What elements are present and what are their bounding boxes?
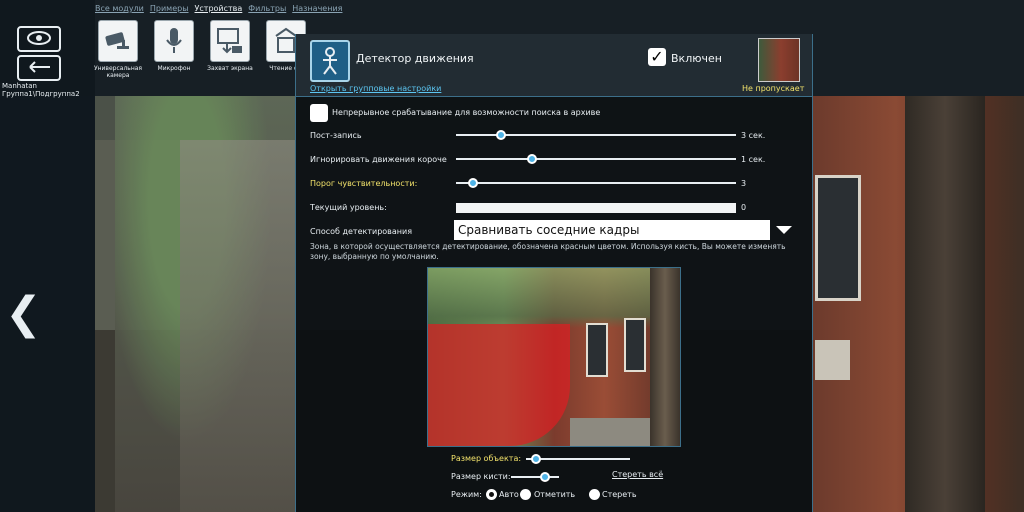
- no-skip-status: Не пропускает: [742, 84, 805, 93]
- mode-auto-radio[interactable]: [486, 489, 497, 500]
- device-label: Универсальная камера: [93, 65, 143, 79]
- mode-erase-label: Стереть: [602, 490, 637, 499]
- left-panel: Manhatan Группа1\Подгруппа2 ❮: [0, 0, 95, 512]
- menu-item-devices[interactable]: Устройства: [195, 4, 243, 13]
- camera-name-line1: Manhatan: [2, 82, 37, 90]
- motion-detector-icon: [310, 40, 350, 82]
- dialog-title: Детектор движения: [356, 52, 474, 65]
- view-button[interactable]: [17, 26, 61, 52]
- ignore-short-slider-track[interactable]: [456, 158, 736, 160]
- menu-item-filters[interactable]: Фильтры: [248, 4, 286, 13]
- zone-tree-trunk: [650, 268, 680, 446]
- menu-item-destinations[interactable]: Назначения: [292, 4, 342, 13]
- group-settings-link[interactable]: Открыть групповые настройки: [310, 84, 441, 93]
- dialog-header: Детектор движения Открыть групповые наст…: [296, 34, 812, 97]
- mode-auto-label: Авто: [499, 490, 519, 499]
- post-record-label: Пост-запись: [310, 131, 362, 140]
- clear-all-link[interactable]: Стереть всё: [612, 470, 663, 479]
- post-record-value: 3 сек.: [741, 131, 766, 140]
- ignore-short-label: Игнорировать движения короче: [310, 155, 447, 164]
- sensitivity-slider-knob[interactable]: [467, 178, 478, 188]
- background-tree-trunk: [905, 96, 985, 512]
- microphone-icon: [154, 20, 194, 62]
- device-universal-camera[interactable]: Универсальная камера: [90, 20, 146, 79]
- camera-icon: [98, 20, 138, 62]
- device-microphone[interactable]: Микрофон: [146, 20, 202, 72]
- enabled-label: Включен: [671, 52, 722, 65]
- continuous-trigger-checkbox[interactable]: [310, 104, 328, 122]
- detection-method-label: Способ детектирования: [310, 227, 413, 236]
- mode-mark-label: Отметить: [534, 490, 576, 499]
- camera-thumbnail[interactable]: [758, 38, 800, 82]
- back-button[interactable]: [17, 55, 61, 81]
- continuous-trigger-label: Непрерывное срабатывание для возможности…: [332, 108, 601, 117]
- enabled-checkbox[interactable]: ✓: [648, 48, 666, 66]
- eye-icon: [26, 31, 52, 47]
- chevron-down-icon[interactable]: [776, 226, 792, 234]
- zone-window: [624, 318, 646, 372]
- background-building: [180, 140, 295, 512]
- motion-detector-dialog: Детектор движения Открыть групповые наст…: [295, 34, 813, 512]
- brush-size-slider-knob[interactable]: [539, 472, 550, 482]
- detection-zone-mask: [428, 324, 570, 446]
- object-size-label: Размер объекта:: [451, 454, 522, 463]
- current-level-value: 0: [741, 203, 747, 212]
- zone-window: [586, 323, 608, 377]
- ignore-short-slider-knob[interactable]: [526, 154, 537, 164]
- sensitivity-slider-track[interactable]: [456, 182, 736, 184]
- brush-size-slider-track[interactable]: [511, 476, 559, 478]
- zone-hint-text: Зона, в которой осуществляется детектиро…: [310, 242, 786, 261]
- device-label: Микрофон: [157, 65, 191, 72]
- mode-erase-radio[interactable]: [589, 489, 600, 500]
- sensitivity-label: Порог чувствительности:: [310, 179, 418, 188]
- detection-zone-canvas[interactable]: [427, 267, 681, 447]
- back-arrow-icon: [26, 61, 52, 75]
- camera-name: Manhatan Группа1\Подгруппа2: [2, 82, 80, 98]
- post-record-slider-knob[interactable]: [495, 130, 506, 140]
- object-size-slider-knob[interactable]: [531, 454, 542, 464]
- background-ac-unit: [815, 340, 850, 380]
- current-level-bar: [456, 203, 736, 213]
- ignore-short-value: 1 сек.: [741, 155, 766, 164]
- device-screen-capture[interactable]: Захват экрана: [202, 20, 258, 72]
- brush-size-label: Размер кисти:: [451, 472, 511, 481]
- detection-method-select[interactable]: Сравнивать соседние кадры: [454, 220, 770, 240]
- screen-capture-icon: [210, 20, 250, 62]
- top-menu: Все модули Примеры Устройства Фильтры На…: [95, 4, 342, 13]
- chevron-left-icon[interactable]: ❮: [5, 288, 42, 339]
- camera-name-line2: Группа1\Подгруппа2: [2, 90, 80, 98]
- sensitivity-value: 3: [741, 179, 747, 188]
- current-level-label: Текущий уровень:: [310, 203, 387, 212]
- menu-item-examples[interactable]: Примеры: [150, 4, 189, 13]
- device-label: Захват экрана: [207, 65, 253, 72]
- background-window: [815, 175, 861, 301]
- mode-mark-radio[interactable]: [520, 489, 531, 500]
- mode-label: Режим:: [451, 490, 482, 499]
- object-size-slider-track[interactable]: [526, 458, 630, 460]
- menu-item-all-modules[interactable]: Все модули: [95, 4, 144, 13]
